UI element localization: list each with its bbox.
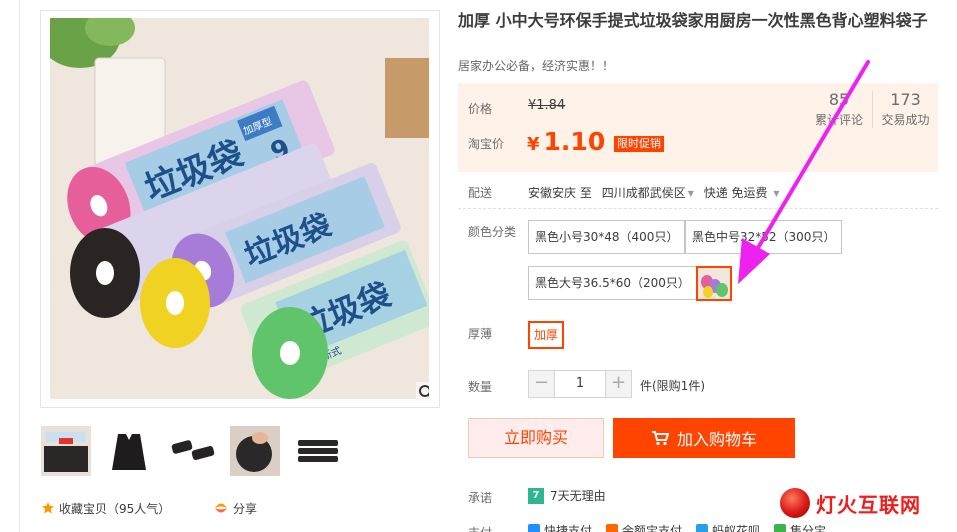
main-product-image[interactable]: 垃圾袋 加厚型 9 垃圾袋 垃圾袋	[50, 18, 429, 399]
color-label: 颜色分类	[468, 225, 517, 239]
watermark: 灯火互联网	[780, 488, 921, 518]
zoom-icon[interactable]	[416, 382, 429, 399]
current-price-value: 1.10	[543, 127, 606, 156]
chevron-down-icon: ▼	[687, 189, 694, 198]
watermark-logo-icon	[780, 488, 810, 518]
stat-transactions: 173 交易成功	[872, 91, 938, 128]
ship-to-select[interactable]: 四川成都武侯区 ▼	[602, 186, 694, 200]
quantity-decrease-button[interactable]: −	[528, 370, 555, 398]
shipping-method: 快递	[703, 186, 728, 200]
favorite-label: 收藏宝贝（95人气）	[59, 501, 171, 516]
stat-reviews-label: 累计评论	[814, 113, 863, 127]
price-panel: 价格 ¥1.84 淘宝价 ¥1.10 限时促销 85 累计评论 173 交易成功	[458, 83, 938, 172]
stat-transactions-label: 交易成功	[881, 113, 930, 127]
thumbnail-2[interactable]	[104, 426, 154, 476]
quantity-label: 数量	[468, 380, 493, 394]
promise-label: 承诺	[468, 491, 493, 505]
payment-quick: 快捷支付	[528, 522, 592, 532]
thumbnail-5[interactable]	[293, 426, 343, 476]
share-icon	[215, 503, 227, 513]
chevron-down-icon[interactable]: ▼	[773, 189, 779, 198]
payment-jifenbao: 集分宝	[774, 522, 826, 532]
payment-methods: 快捷支付 余额宝支付 蚂蚁花呗 集分宝	[528, 522, 826, 532]
ship-from: 安徽安庆	[528, 186, 577, 200]
quick-pay-icon	[528, 524, 540, 532]
sku-option-medium[interactable]: 黑色中号32*52（300只）	[685, 220, 843, 254]
current-price: ¥1.10	[527, 127, 605, 156]
star-icon	[42, 502, 54, 514]
payment-yuebao: 余额宝支付	[606, 522, 682, 532]
sku-option-small[interactable]: 黑色小号30*48（400只）	[528, 220, 686, 254]
share-button[interactable]: 分享	[213, 500, 257, 516]
buy-now-button[interactable]: 立即购买	[468, 418, 604, 458]
stat-reviews[interactable]: 85 累计评论	[806, 91, 872, 128]
thickness-option-thick[interactable]: 加厚	[528, 321, 565, 349]
share-label: 分享	[233, 501, 258, 516]
product-subtitle: 居家办公必备，经济实惠！！	[458, 59, 615, 73]
add-to-cart-label: 加入购物车	[676, 430, 757, 449]
thumbnail-4[interactable]	[230, 426, 280, 476]
yuebao-icon	[606, 524, 619, 532]
currency-symbol: ¥	[527, 134, 540, 155]
huabei-icon	[696, 524, 709, 532]
favorite-button[interactable]: 收藏宝贝（95人气）	[41, 500, 170, 516]
quantity-input[interactable]: 1	[555, 370, 605, 398]
shipping-fee: 免运费	[731, 186, 768, 200]
sku-thumbnail-icon	[698, 268, 730, 299]
cart-icon	[651, 431, 669, 446]
stat-reviews-value: 85	[828, 90, 850, 109]
jifenbao-icon	[774, 524, 787, 532]
product-title: 加厚 小中大号环保手提式垃圾袋家用厨房一次性黑色背心塑料袋子	[458, 11, 928, 30]
delivery-label: 配送	[468, 186, 493, 200]
quantity-increase-button[interactable]: +	[605, 370, 632, 398]
original-price: ¥1.84	[528, 98, 566, 113]
thickness-label: 厚薄	[468, 327, 493, 341]
watermark-text: 灯火互联网	[816, 492, 921, 517]
ship-to: 四川成都武侯区	[601, 186, 686, 200]
sku-option-large[interactable]: 黑色大号36.5*60（200只）	[528, 266, 697, 300]
price-label: 价格	[468, 102, 493, 116]
quantity-limit-note: 件(限购1件)	[640, 379, 705, 393]
promise-item[interactable]: 7 7天无理由	[528, 487, 606, 504]
left-divider	[19, 0, 20, 532]
thumbnail-3[interactable]	[168, 426, 218, 476]
divider	[458, 208, 938, 209]
sku-option-image[interactable]	[696, 266, 732, 301]
garbage-bag-rolls-illustration: 垃圾袋 加厚型 9 垃圾袋 垃圾袋	[50, 18, 429, 399]
delivery-info: 安徽安庆 至 四川成都武侯区 ▼ 快递 免运费 ▼	[528, 184, 780, 201]
main-image-frame[interactable]: 垃圾袋 加厚型 9 垃圾袋 垃圾袋	[40, 10, 440, 408]
add-to-cart-button[interactable]: 加入购物车	[613, 418, 795, 458]
seven-day-return-icon: 7	[528, 487, 544, 504]
payment-label: 支付	[468, 524, 492, 532]
stats: 85 累计评论 173 交易成功	[806, 91, 938, 128]
promo-badge: 限时促销	[614, 136, 664, 152]
payment-huabei: 蚂蚁花呗	[696, 522, 760, 532]
taobao-price-label: 淘宝价	[468, 137, 505, 151]
ship-to-word: 至	[579, 186, 592, 200]
promise-text: 7天无理由	[550, 489, 606, 503]
stat-transactions-value: 173	[890, 90, 921, 109]
thumbnail-1[interactable]	[41, 426, 91, 476]
